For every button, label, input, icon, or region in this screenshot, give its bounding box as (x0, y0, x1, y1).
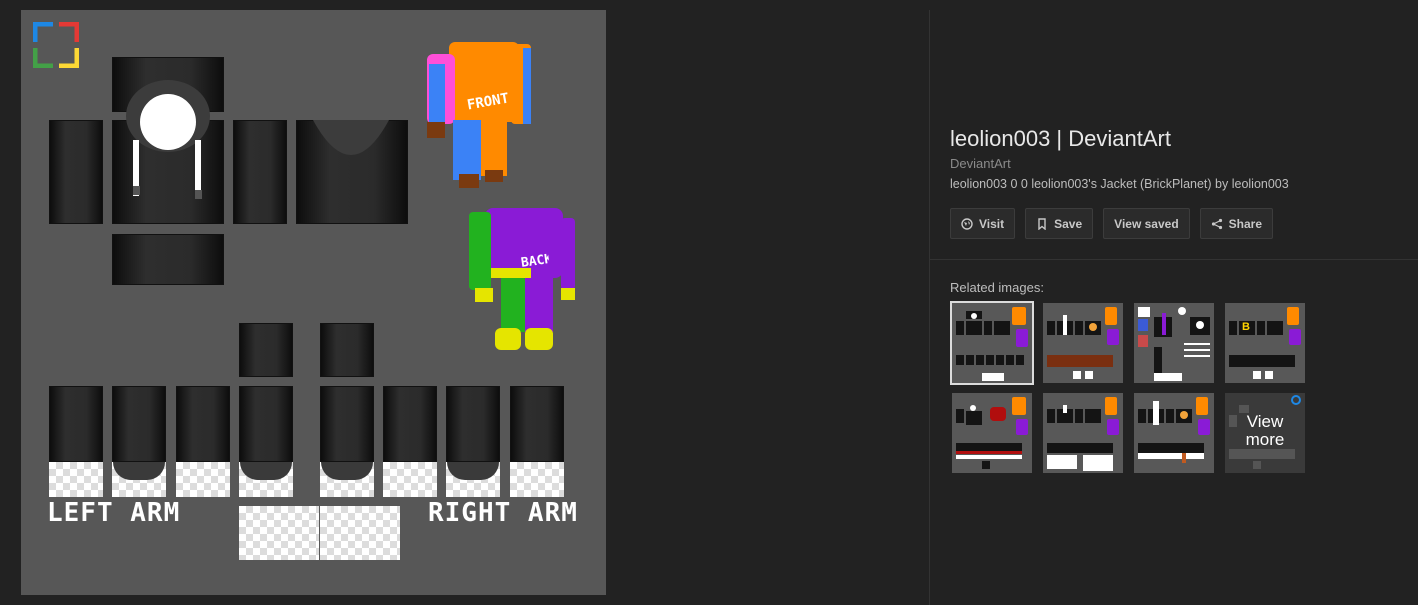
template-logo-icon (33, 22, 79, 68)
save-label: Save (1054, 216, 1083, 231)
view-more-button[interactable]: View more (1225, 393, 1305, 473)
image-description: leolion003 0 0 leolion003's Jacket (Bric… (950, 177, 1289, 191)
globe-icon (961, 217, 973, 230)
pane-divider (929, 10, 930, 605)
right-arm-transparent (510, 462, 564, 497)
torso-right-panel (233, 120, 287, 224)
image-info: leolion003 | DeviantArt DeviantArt leoli… (950, 126, 1390, 191)
left-arm-panel (176, 386, 230, 462)
hood-graphic (126, 80, 210, 199)
view-saved-label: View saved (1114, 216, 1179, 231)
right-arm-top-panel (320, 323, 374, 377)
arm-bottom-transparent (320, 506, 400, 560)
circle-icon (1291, 395, 1301, 405)
image-title[interactable]: leolion003 | DeviantArt (950, 126, 1390, 152)
right-arm-label: RIGHT ARM (428, 498, 578, 528)
related-thumbnail[interactable] (1134, 393, 1214, 473)
back-mannequin-graphic (469, 208, 575, 350)
related-thumbnail[interactable]: B (1225, 303, 1305, 383)
view-saved-button[interactable]: View saved (1103, 208, 1190, 239)
view-more-label: View more (1245, 412, 1285, 449)
section-divider (930, 259, 1418, 260)
visit-label: Visit (979, 216, 1005, 231)
main-image[interactable]: FRONT BACK LEFT ARM RIGHT ARM (21, 10, 606, 595)
related-images-label: Related images: (950, 280, 1044, 295)
visit-button[interactable]: Visit (950, 208, 1016, 239)
right-arm-panel (320, 386, 374, 462)
bookmark-icon (1038, 217, 1046, 230)
right-arm-panel (446, 386, 500, 462)
torso-bottom-panel (112, 234, 224, 285)
torso-left-panel (49, 120, 103, 224)
arm-bottom-transparent (239, 506, 319, 560)
related-thumbnail[interactable] (1134, 303, 1214, 383)
left-arm-transparent (49, 462, 103, 497)
related-images-grid: B View more (950, 301, 1312, 475)
action-bar: Visit Save View saved Share (950, 208, 1274, 239)
image-preview-pane: FRONT BACK LEFT ARM RIGHT ARM (0, 0, 930, 605)
left-arm-panel (49, 386, 103, 462)
hood-back-graphic (313, 120, 389, 155)
left-arm-top-panel (239, 323, 293, 377)
image-source[interactable]: DeviantArt (950, 156, 1390, 171)
left-arm-panel (239, 386, 293, 462)
front-mannequin-graphic (427, 42, 531, 188)
left-arm-transparent (176, 462, 230, 497)
save-button[interactable]: Save (1025, 208, 1094, 239)
related-thumbnail[interactable] (950, 301, 1034, 385)
left-arm-panel (112, 386, 166, 462)
share-button[interactable]: Share (1199, 208, 1274, 239)
right-arm-panel (510, 386, 564, 462)
share-icon (1211, 218, 1222, 229)
b-glyph-icon: B (1242, 321, 1250, 333)
right-arm-transparent (383, 462, 437, 497)
related-thumbnail[interactable] (1043, 393, 1123, 473)
left-arm-label: LEFT ARM (47, 498, 181, 528)
related-thumbnail[interactable] (1043, 303, 1123, 383)
related-thumbnail[interactable] (952, 393, 1032, 473)
share-label: Share (1228, 216, 1263, 231)
right-arm-panel (383, 386, 437, 462)
